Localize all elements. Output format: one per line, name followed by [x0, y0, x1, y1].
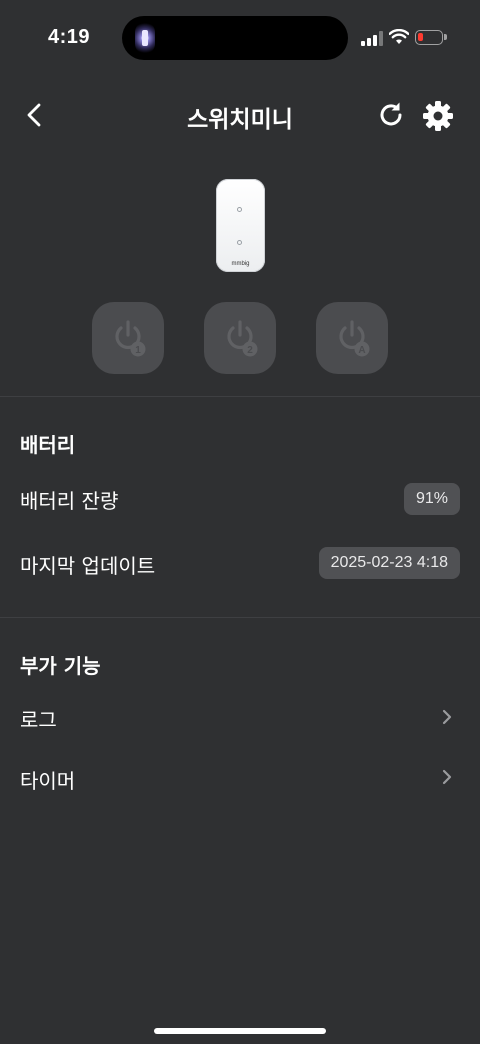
- device-button-dot: [237, 207, 242, 212]
- battery-level-value: 91%: [403, 483, 460, 515]
- switch-all-badge: A: [358, 345, 365, 356]
- flashlight-icon: [135, 22, 155, 54]
- device-image: mmbig: [216, 179, 265, 272]
- refresh-button[interactable]: [374, 98, 408, 132]
- power-icon: 1: [115, 320, 146, 357]
- last-update-value: 2025-02-23 4:18: [318, 547, 460, 579]
- power-icon: 2: [227, 320, 258, 357]
- divider: [0, 617, 480, 618]
- log-row[interactable]: 로그: [20, 704, 57, 733]
- status-bar: 4:19: [0, 0, 480, 80]
- wifi-icon: [389, 29, 409, 44]
- battery-icon: [415, 30, 447, 45]
- divider: [0, 396, 480, 397]
- home-indicator: [154, 1028, 326, 1034]
- header: 스위치미니: [0, 90, 480, 140]
- timer-row[interactable]: 타이머: [20, 765, 75, 794]
- page-title: 스위치미니: [187, 107, 293, 133]
- status-time: 4:19: [48, 26, 91, 48]
- device-brand-label: mmbig: [231, 261, 250, 267]
- switch-2-badge: 2: [247, 345, 253, 356]
- cellular-signal-icon: [361, 31, 383, 46]
- settings-button[interactable]: [420, 98, 456, 134]
- switch-2-button[interactable]: 2: [204, 302, 276, 374]
- dynamic-island: [122, 16, 348, 60]
- extra-section-title: 부가 기능: [20, 654, 101, 678]
- chevron-right-icon[interactable]: [438, 708, 456, 726]
- chevron-right-icon[interactable]: [438, 768, 456, 786]
- last-update-label: 마지막 업데이트: [20, 554, 156, 578]
- switch-1-button[interactable]: 1: [92, 302, 164, 374]
- battery-section-title: 배터리: [20, 433, 76, 457]
- switch-1-badge: 1: [135, 345, 141, 356]
- device-button-dot: [237, 240, 242, 245]
- power-icon: A: [339, 320, 370, 357]
- switch-all-button[interactable]: A: [316, 302, 388, 374]
- battery-level-label: 배터리 잔량: [20, 489, 119, 513]
